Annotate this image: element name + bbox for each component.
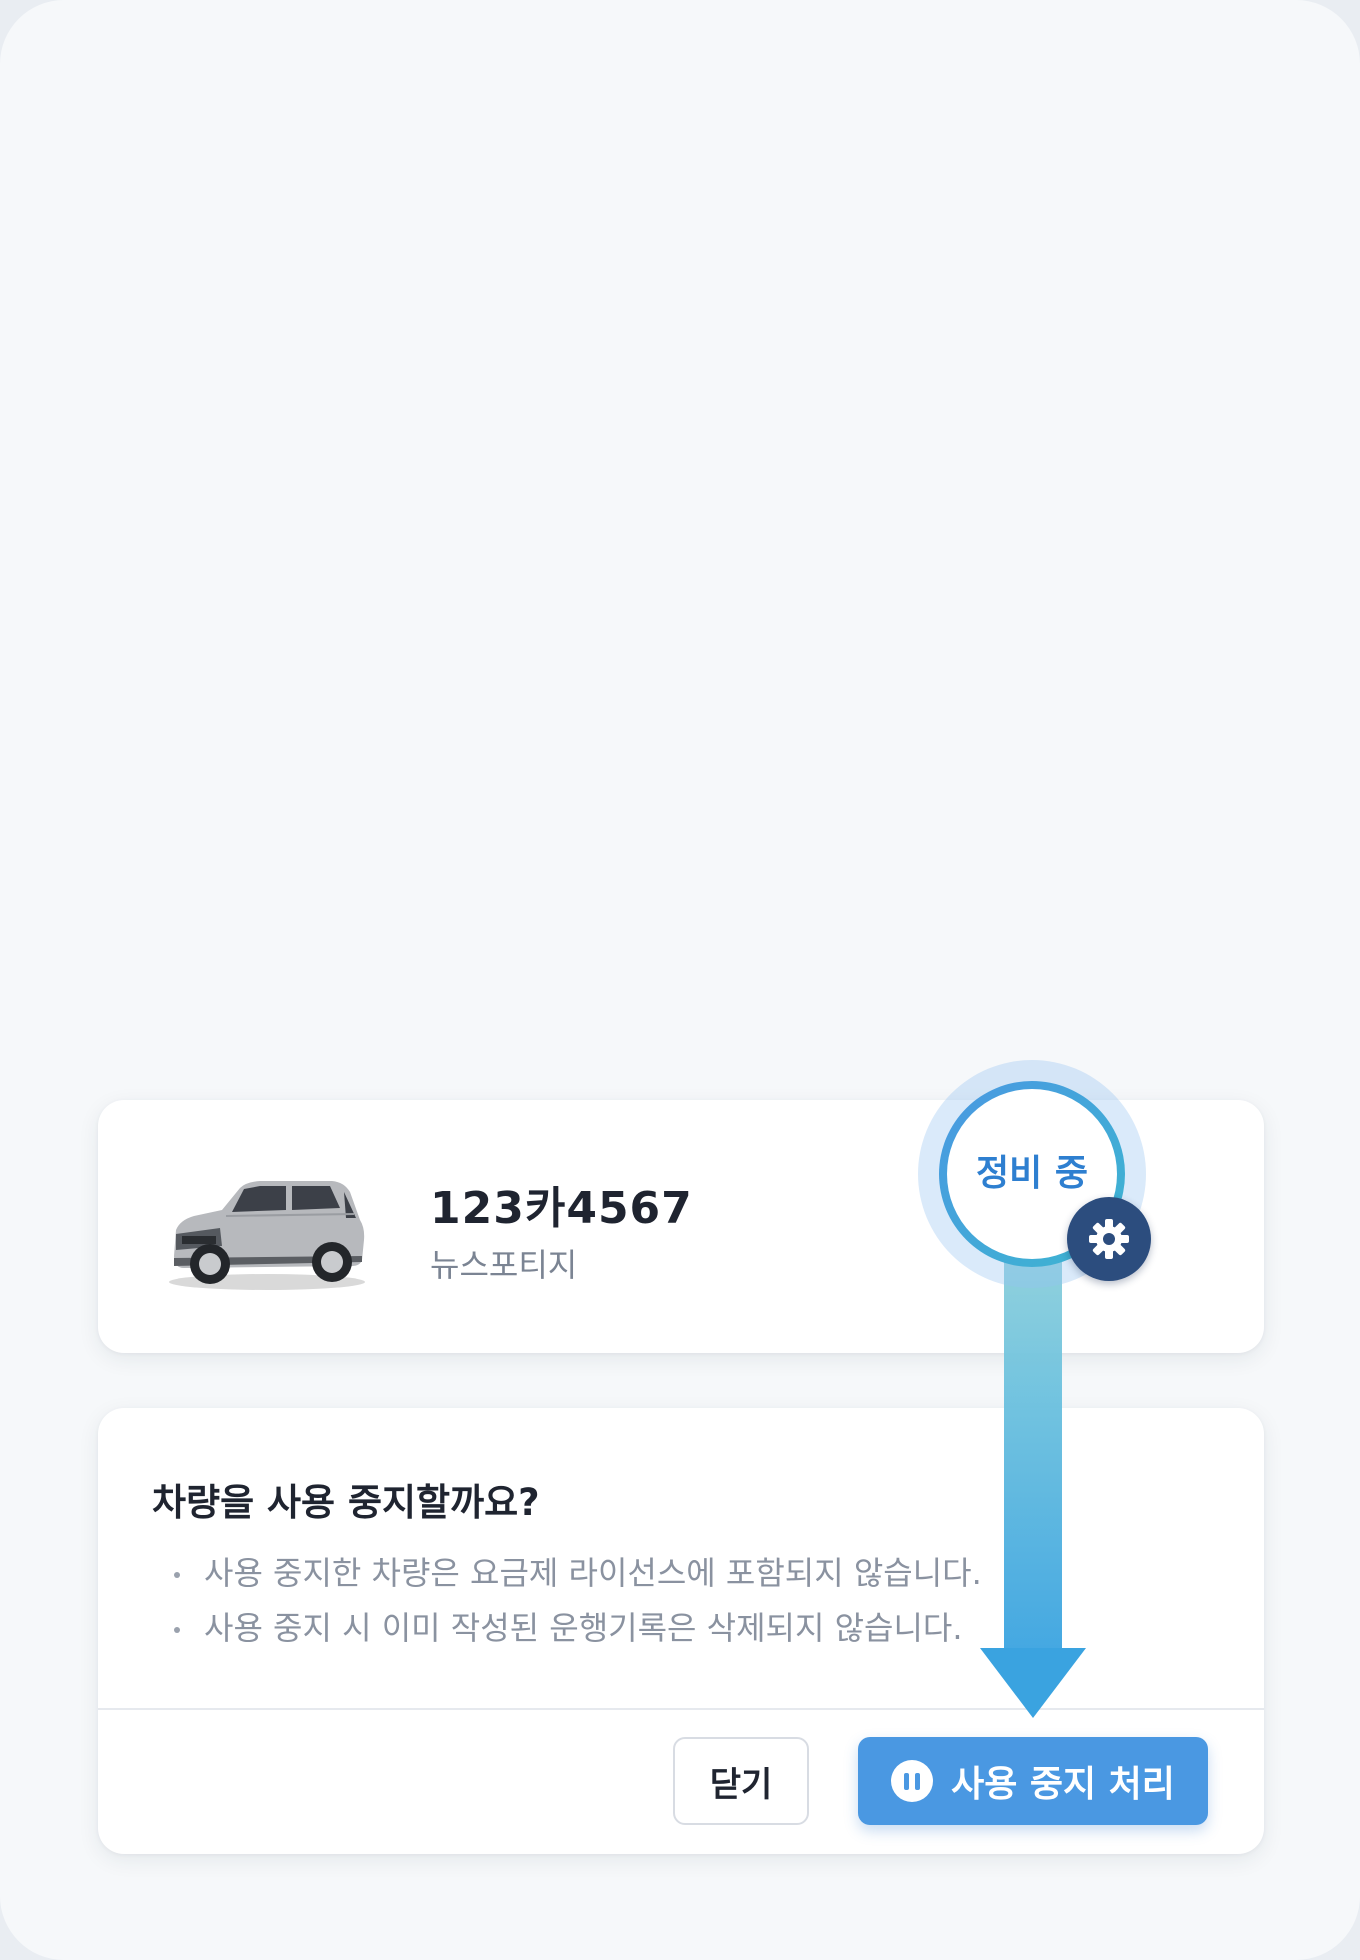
vehicle-model: 뉴스포티지	[430, 1246, 578, 1284]
dialog-title: 차량을 사용 중지할까요?	[152, 1481, 540, 1524]
note-item: 사용 중지한 차량은 요금제 라이선스에 포함되지 않습니다.	[168, 1546, 982, 1601]
vehicle-image	[169, 1181, 365, 1290]
suspend-dialog: 차량을 사용 중지할까요? 사용 중지한 차량은 요금제 라이선스에 포함되지 …	[98, 1408, 1264, 1854]
suspend-button[interactable]: 사용 중지 처리	[858, 1737, 1208, 1825]
pause-circle-icon	[891, 1760, 934, 1802]
close-button-label: 닫기	[709, 1764, 773, 1805]
screen: 123카4567 뉴스포티지 차량을 사용 중지할까요? 사용 중지한 차량은 …	[0, 0, 1360, 1960]
close-button[interactable]: 닫기	[673, 1737, 809, 1825]
note-item: 사용 중지 시 이미 작성된 운행기록은 삭제되지 않습니다.	[168, 1601, 982, 1656]
dialog-notes: 사용 중지한 차량은 요금제 라이선스에 포함되지 않습니다. 사용 중지 시 …	[168, 1546, 982, 1656]
vehicle-card: 123카4567 뉴스포티지	[98, 1100, 1264, 1353]
vehicle-plate: 123카4567	[430, 1183, 693, 1234]
divider	[98, 1708, 1264, 1710]
suspend-button-label: 사용 중지 처리	[951, 1764, 1175, 1805]
